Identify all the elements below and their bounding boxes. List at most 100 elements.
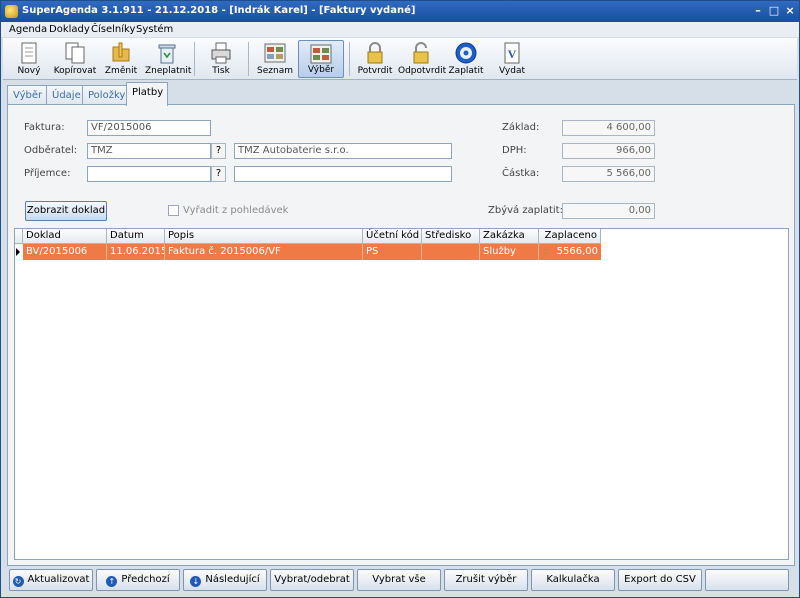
current-row-icon xyxy=(16,248,20,256)
aktualizovat-button[interactable]: ↻ Aktualizovat xyxy=(9,569,93,591)
lock-closed-icon xyxy=(367,42,383,64)
menu-ciselniky[interactable]: Číselníky xyxy=(91,24,135,35)
minimize-icon[interactable]: – xyxy=(751,5,765,18)
odberatel-lookup-button[interactable]: ? xyxy=(211,143,226,159)
tab-polozky[interactable]: Položky xyxy=(82,85,127,105)
arrow-up-icon: ↑ xyxy=(106,576,118,587)
export-csv-button[interactable]: Export do CSV xyxy=(618,569,702,591)
vyradit-checkbox[interactable] xyxy=(168,205,179,216)
zaklad-label: Základ: xyxy=(502,122,540,133)
novy-button[interactable]: Nový xyxy=(7,40,51,78)
zbyva-label: Zbývá zaplatit: xyxy=(488,205,563,216)
table-row[interactable]: BV/2015006 11.06.2015 Faktura č. 2015006… xyxy=(23,244,601,260)
window-title: SuperAgenda 3.1.911 - 21.12.2018 - [Indr… xyxy=(22,5,416,16)
column-header-doklad[interactable]: Doklad xyxy=(23,229,107,244)
zaplatit-label: Zaplatit xyxy=(448,66,484,76)
dph-field: 966,00 xyxy=(562,143,655,159)
lock-open-icon xyxy=(413,42,429,64)
list-view-icon xyxy=(264,43,286,63)
prijemce-label: Příjemce: xyxy=(24,168,71,179)
zaklad-field: 4 600,00 xyxy=(562,120,655,136)
row-indicator-header xyxy=(15,229,23,244)
app-icon xyxy=(5,5,18,18)
predchozi-label: Předchozí xyxy=(121,574,170,585)
menu-doklady[interactable]: Doklady xyxy=(49,24,90,35)
selection-view-icon xyxy=(310,44,332,64)
column-header-popis[interactable]: Popis xyxy=(165,229,363,244)
zaplatit-button[interactable]: Zaplatit xyxy=(444,40,488,78)
vybrat-vse-button[interactable]: Vybrat vše xyxy=(357,569,441,591)
vybrat-odebrat-button[interactable]: Vybrat/odebrat xyxy=(270,569,354,591)
odberatel-name-field[interactable]: TMZ Autobaterie s.r.o. xyxy=(234,143,452,159)
kalkulacka-button[interactable]: Kalkulačka xyxy=(531,569,615,591)
vyber-button[interactable]: Výběr xyxy=(298,40,344,78)
prijemce-name-field[interactable] xyxy=(234,166,452,182)
arrow-down-icon: ↓ xyxy=(190,576,202,587)
payments-grid[interactable]: Doklad Datum Popis Účetní kód Středisko … xyxy=(14,228,789,560)
column-header-stredisko[interactable]: Středisko xyxy=(422,229,480,244)
refresh-icon: ↻ xyxy=(12,576,24,587)
svg-text:V: V xyxy=(508,47,517,61)
faktura-field[interactable]: VF/2015006 xyxy=(87,120,211,136)
zneplatnit-button[interactable]: Zneplatnit xyxy=(145,40,192,78)
potvrdit-button[interactable]: Potvrdit xyxy=(353,40,397,78)
zmenit-label: Změnit xyxy=(104,66,138,76)
vydat-label: Vydat xyxy=(499,66,525,76)
maximize-icon[interactable]: □ xyxy=(767,5,781,18)
cell-doklad: BV/2015006 xyxy=(23,244,107,260)
tisk-label: Tisk xyxy=(212,66,230,76)
toolbar-separator xyxy=(248,42,249,76)
zrusit-vyber-button[interactable]: Zrušit výběr xyxy=(444,569,528,591)
kopirovat-label: Kopírovat xyxy=(53,66,97,76)
odpotvrdit-button[interactable]: Odpotvrdit xyxy=(398,40,446,78)
seznam-label: Seznam xyxy=(257,66,293,76)
nasledujici-button[interactable]: ↓ Následující xyxy=(183,569,267,591)
potvrdit-label: Potvrdit xyxy=(357,66,393,76)
cell-ucetni-kod: PS xyxy=(363,244,422,260)
predchozi-button[interactable]: ↑ Předchozí xyxy=(96,569,180,591)
aktualizovat-label: Aktualizovat xyxy=(27,574,90,585)
tisk-button[interactable]: Tisk xyxy=(199,40,243,78)
menu-bar: Agenda Doklady Číselníky Systém xyxy=(1,22,799,37)
nasledujici-label: Následující xyxy=(205,574,260,585)
close-icon[interactable]: × xyxy=(783,5,797,18)
castka-label: Částka: xyxy=(502,168,540,179)
column-header-zaplaceno[interactable]: Zaplaceno xyxy=(539,229,601,244)
kopirovat-button[interactable]: Kopírovat xyxy=(53,40,97,78)
edit-folder-icon xyxy=(112,42,130,62)
copy-icon xyxy=(65,42,85,64)
cell-stredisko xyxy=(422,244,480,260)
toolbar-separator xyxy=(349,42,350,76)
column-header-zakazka[interactable]: Zakázka xyxy=(480,229,539,244)
prijemce-code-field[interactable] xyxy=(87,166,211,182)
issue-document-icon: V xyxy=(504,42,520,64)
prijemce-lookup-button[interactable]: ? xyxy=(211,166,226,182)
vydat-button[interactable]: V Vydat xyxy=(490,40,534,78)
menu-system[interactable]: Systém xyxy=(136,24,173,35)
column-header-datum[interactable]: Datum xyxy=(107,229,165,244)
column-header-ucetni-kod[interactable]: Účetní kód xyxy=(363,229,422,244)
toolbar-separator xyxy=(194,42,195,76)
toolbar: Nový Kopírovat Změnit Zneplatnit Tisk Se… xyxy=(3,38,797,80)
menu-agenda[interactable]: Agenda xyxy=(9,24,47,35)
empty-button[interactable] xyxy=(705,569,789,591)
tab-platby[interactable]: Platby xyxy=(126,82,168,106)
cell-popis: Faktura č. 2015006/VF xyxy=(165,244,363,260)
dph-label: DPH: xyxy=(502,145,527,156)
seznam-button[interactable]: Seznam xyxy=(253,40,297,78)
printer-icon xyxy=(211,42,231,64)
cell-datum: 11.06.2015 xyxy=(107,244,165,260)
pay-disc-icon xyxy=(455,42,477,64)
main-window: SuperAgenda 3.1.911 - 21.12.2018 - [Indr… xyxy=(0,0,800,598)
tab-vyber[interactable]: Výběr xyxy=(7,85,47,105)
tab-udaje[interactable]: Údaje xyxy=(46,85,83,105)
zobrazit-doklad-button[interactable]: Zobrazit doklad xyxy=(25,201,107,221)
zbyva-field: 0,00 xyxy=(562,203,655,219)
zmenit-button[interactable]: Změnit xyxy=(99,40,143,78)
zneplatnit-label: Zneplatnit xyxy=(145,66,192,76)
faktura-label: Faktura: xyxy=(24,122,65,133)
vyber-label: Výběr xyxy=(307,65,335,75)
title-bar: SuperAgenda 3.1.911 - 21.12.2018 - [Indr… xyxy=(1,1,799,22)
new-document-icon xyxy=(21,42,37,64)
odberatel-code-field[interactable]: TMZ xyxy=(87,143,211,159)
